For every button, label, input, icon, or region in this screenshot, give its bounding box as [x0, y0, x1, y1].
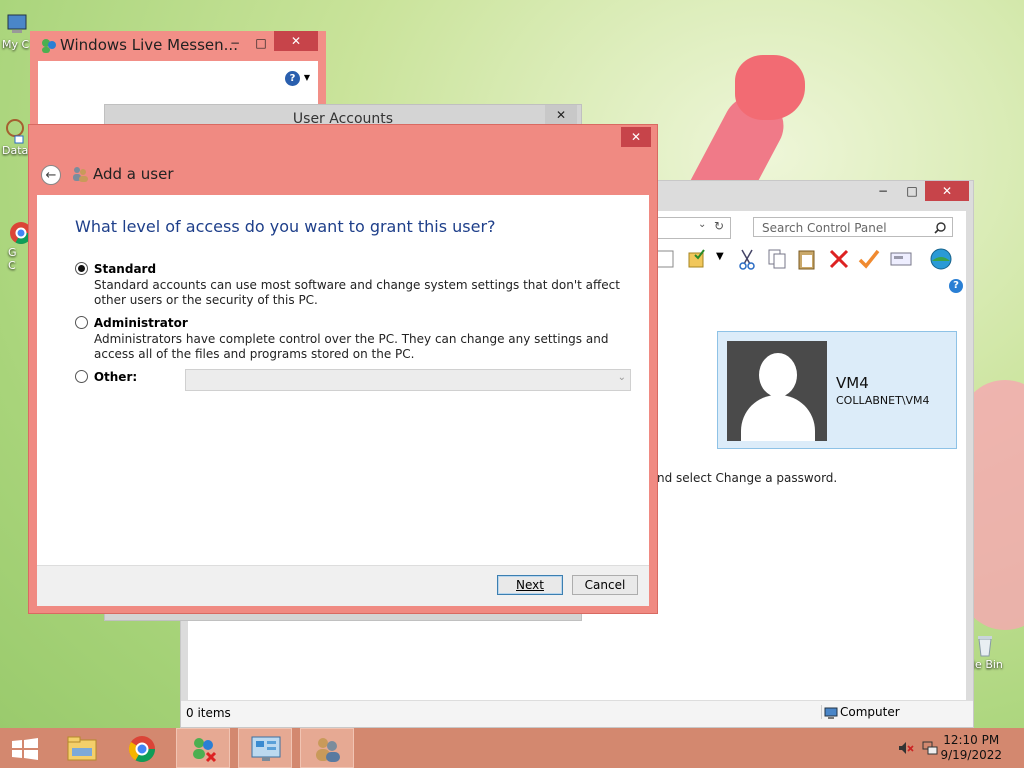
- next-button[interactable]: Next: [497, 575, 563, 595]
- user-domain: COLLABNET\VM4: [836, 394, 930, 407]
- control-panel-icon: [251, 736, 281, 761]
- status-location-label: Computer: [840, 705, 900, 719]
- radio-label: Standard: [93, 261, 157, 276]
- toolbar: ▼: [651, 247, 971, 275]
- taskbar-control-panel[interactable]: [238, 728, 292, 768]
- other-group-select[interactable]: ⌄: [185, 369, 631, 391]
- back-button[interactable]: ←: [41, 165, 61, 185]
- add-user-dialog[interactable]: ✕ ← Add a user What level of access do y…: [28, 124, 658, 614]
- help-icon[interactable]: ?: [949, 279, 963, 293]
- delete-icon[interactable]: [827, 247, 851, 271]
- close-button[interactable]: ✕: [274, 31, 318, 51]
- recycle-bin-icon: [978, 636, 992, 657]
- avatar-body-shape: [741, 395, 815, 441]
- taskbar-file-explorer[interactable]: [56, 728, 110, 768]
- mail-icon[interactable]: [889, 247, 913, 271]
- users-icon: [73, 167, 88, 182]
- chevron-down-icon: ⌄: [617, 372, 626, 383]
- status-bar: 0 items Computer: [181, 700, 973, 727]
- password-hint-text: nd select Change a password.: [657, 471, 838, 485]
- administrator-description: Administrators have complete control ove…: [94, 332, 609, 361]
- dialog-title: Add a user: [93, 165, 174, 183]
- volume-muted-icon[interactable]: [898, 741, 914, 755]
- help-icon[interactable]: ?: [285, 71, 300, 86]
- user-card[interactable]: VM4 COLLABNET\VM4: [717, 331, 957, 449]
- radio-other[interactable]: Other:: [75, 369, 137, 384]
- close-button[interactable]: ✕: [925, 181, 969, 201]
- users-icon: [316, 738, 340, 762]
- folder-icon: [67, 736, 97, 761]
- chevron-down-icon[interactable]: ⌄: [698, 219, 706, 230]
- dropdown-arrow-icon[interactable]: ▼: [716, 251, 724, 262]
- close-button[interactable]: ✕: [545, 105, 577, 125]
- close-button[interactable]: ✕: [621, 127, 651, 147]
- search-icon[interactable]: [934, 222, 946, 234]
- radio-label: Other:: [93, 369, 138, 384]
- access-question: What level of access do you want to gran…: [75, 217, 496, 236]
- window-title: Windows Live Messen...: [60, 36, 238, 54]
- user-name: VM4: [836, 374, 869, 392]
- computer-icon: [824, 707, 838, 719]
- standard-description: Standard accounts can use most software …: [94, 278, 620, 307]
- dialog-footer: Next Cancel: [37, 565, 649, 606]
- clock-date: 9/19/2022: [940, 748, 1002, 762]
- status-location: Computer: [821, 705, 900, 719]
- folder-check-icon[interactable]: [685, 247, 709, 271]
- paste-icon[interactable]: [795, 247, 819, 271]
- radio-button[interactable]: [75, 316, 88, 329]
- start-button[interactable]: [0, 728, 54, 768]
- desktop-icon-data[interactable]: Data: [2, 118, 28, 157]
- search-placeholder: Search Control Panel: [762, 221, 887, 235]
- computer-icon: [7, 14, 27, 33]
- radio-administrator[interactable]: Administrator: [75, 315, 188, 330]
- taskbar-chrome[interactable]: [116, 728, 170, 768]
- cancel-button[interactable]: Cancel: [572, 575, 638, 595]
- messenger-icon: [42, 39, 56, 53]
- globe-icon[interactable]: [929, 247, 953, 271]
- minimize-button[interactable]: −: [868, 181, 898, 201]
- maximize-button[interactable]: □: [897, 181, 927, 201]
- desktop-icon-label: Data: [2, 144, 29, 157]
- radio-button[interactable]: [75, 262, 88, 275]
- cut-icon[interactable]: [735, 247, 759, 271]
- chrome-icon: [128, 736, 156, 763]
- desktop-icon-recycle-bin[interactable]: le Bin: [972, 632, 1003, 671]
- taskbar-messenger[interactable]: [176, 728, 230, 768]
- maximize-button[interactable]: □: [246, 33, 276, 53]
- desktop-icon-label: My C: [2, 38, 30, 51]
- avatar-head-shape: [759, 353, 797, 397]
- network-icon[interactable]: [922, 741, 938, 755]
- checkmark-icon[interactable]: [857, 247, 881, 271]
- radio-standard[interactable]: Standard: [75, 261, 156, 276]
- desktop-icon-label: G C: [8, 246, 17, 272]
- copy-icon[interactable]: [765, 247, 789, 271]
- messenger-icon: [193, 738, 217, 763]
- radio-button[interactable]: [75, 370, 88, 383]
- next-button-label: Next: [516, 578, 544, 592]
- radio-label: Administrator: [93, 315, 188, 330]
- dialog-content: What level of access do you want to gran…: [37, 195, 649, 565]
- system-clock[interactable]: 12:10 PM 9/19/2022: [940, 733, 1002, 763]
- database-shortcut-icon: [6, 119, 24, 144]
- chevron-down-icon[interactable]: ▼: [304, 73, 310, 82]
- search-input[interactable]: Search Control Panel: [753, 217, 953, 237]
- windows-logo-icon: [12, 738, 38, 760]
- avatar: [727, 341, 827, 441]
- status-item-count: 0 items: [186, 706, 231, 720]
- wallpaper-flower-head: [735, 55, 805, 120]
- address-bar[interactable]: ⌄ ↻: [649, 217, 731, 239]
- clock-time: 12:10 PM: [943, 733, 1000, 747]
- refresh-icon[interactable]: ↻: [714, 219, 724, 233]
- taskbar: 12:10 PM 9/19/2022: [0, 728, 1024, 768]
- desktop-icon-label: le Bin: [972, 658, 1003, 671]
- taskbar-user-accounts[interactable]: [300, 728, 354, 768]
- desktop-icon-my-computer[interactable]: My C: [2, 12, 29, 51]
